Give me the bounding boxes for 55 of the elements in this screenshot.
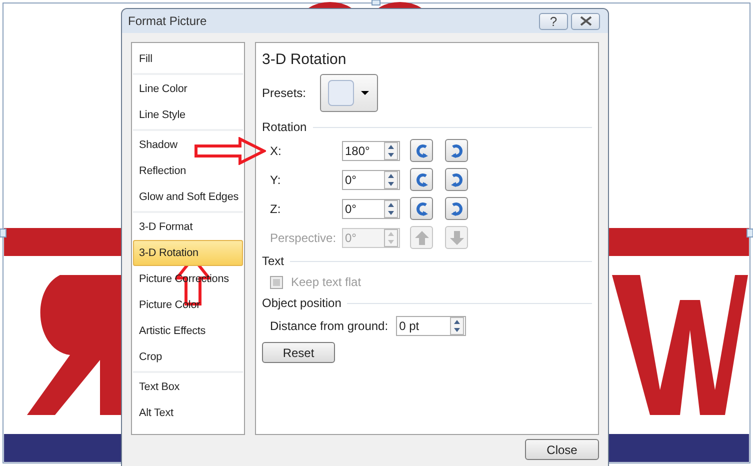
category-item[interactable]: Fill [133,46,243,72]
annotation-arrow [194,137,266,165]
rotate-right-icon [448,142,464,158]
category-item[interactable]: 3-D Format [133,214,243,240]
spinner-arrows-icon [384,228,398,246]
category-item[interactable]: Line Style [133,102,243,128]
rotate-button[interactable] [445,168,468,191]
rotate-left-icon [414,172,430,188]
spinner-arrows-icon [450,317,464,335]
spin-field[interactable]: 0° [342,198,400,218]
rotate-button[interactable] [410,139,433,162]
presets-label: Presets: [262,86,306,100]
category-item[interactable]: Crop [133,344,243,370]
rotate-right-icon [448,200,464,216]
category-item[interactable]: Shadow [133,132,243,158]
spin-field[interactable]: 0 pt [396,316,466,336]
rotate-left-icon [414,200,430,216]
rotate-button[interactable] [445,197,468,220]
spinner-arrows-icon [384,170,398,188]
up-arrow-icon [414,230,430,246]
distance-label: Distance from ground: [270,319,388,333]
rotation-label: X: [270,144,282,158]
category-item[interactable]: Reflection [133,158,243,184]
category-item[interactable]: Artistic Effects [133,318,243,344]
rotate-right-icon [448,172,464,188]
close-icon [580,16,592,26]
rotation-label: Y: [270,172,282,186]
section-label: Text [262,254,284,268]
panel-heading: 3-D Rotation [262,51,348,68]
section-label: Rotation [262,120,307,134]
rotate-button[interactable] [410,168,433,191]
down-arrow-icon [448,230,464,246]
rotation-label: Z: [270,202,282,216]
help-button[interactable]: ? [539,12,568,30]
section-label: Object position [262,296,342,310]
spin-field[interactable]: 180° [342,140,400,160]
dropdown-caret-icon [361,91,370,95]
spinner-arrows-icon [384,200,398,218]
category-item[interactable]: Line Color [133,76,243,102]
rotation-label: Perspective: [270,230,338,244]
category-item[interactable]: Text Box [133,374,243,400]
checkbox-label: Keep text flat [291,275,362,289]
rotate-left-icon [414,142,430,158]
rotate-button[interactable] [445,139,468,162]
close-button[interactable] [571,12,600,30]
category-item[interactable]: Glow and Soft Edges [133,184,243,210]
category-item[interactable]: Alt Text [133,400,243,426]
reset-button[interactable]: Reset [262,342,335,363]
spinner-arrows-icon [384,142,398,160]
spin-field[interactable]: 0° [342,170,400,190]
category-item[interactable]: 3-D Rotation [133,240,243,266]
rotate-button[interactable] [410,197,433,220]
presets-dropdown[interactable] [320,74,378,112]
window-title: Format Picture [128,14,207,28]
close-dialog-button[interactable]: Close [525,439,599,460]
